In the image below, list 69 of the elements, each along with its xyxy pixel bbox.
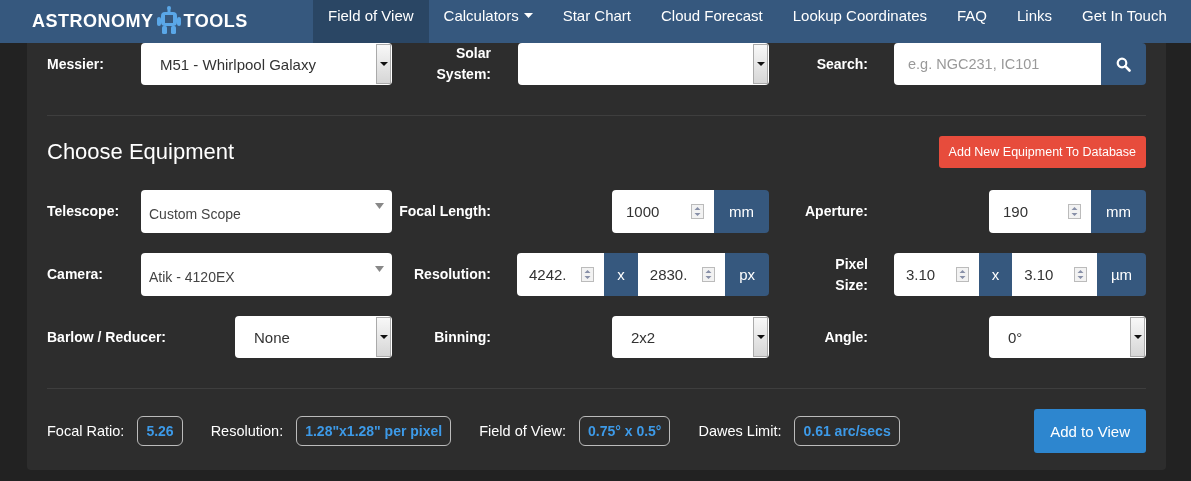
search-field[interactable]: e.g. NGC231, IC101 <box>894 43 1101 85</box>
robot-icon <box>155 5 182 34</box>
nav-link[interactable]: Cloud Forecast <box>646 0 778 43</box>
add-equipment-button[interactable]: Add New Equipment To Database <box>938 136 1146 168</box>
field-label: Camera: <box>47 265 104 284</box>
add-to-view-button[interactable]: Add to View <box>1034 409 1146 453</box>
select-field[interactable] <box>518 43 769 85</box>
field-label: Telescope: <box>47 202 120 221</box>
caret-icon <box>1133 335 1142 339</box>
separator-label: x <box>604 253 638 296</box>
stat-label: Focal Ratio: <box>47 423 125 439</box>
unit-label: mm <box>714 190 769 233</box>
field-label: Search: <box>815 54 869 74</box>
number-field[interactable]: 1000 <box>612 190 714 233</box>
caret-icon <box>379 335 388 339</box>
stat-value: 0.61 arc/secs <box>794 416 900 446</box>
caret-icon <box>756 62 765 66</box>
nav-link[interactable]: Links <box>1002 0 1068 43</box>
field-label: Barlow / Reducer: <box>47 327 167 347</box>
field-label: Aperture: <box>804 202 869 221</box>
caret-icon <box>375 203 384 209</box>
spinner-icon <box>955 267 969 282</box>
nav-link[interactable]: Star Chart <box>547 0 646 43</box>
select-field[interactable]: Custom Scope <box>141 190 392 233</box>
stat-label: Field of View: <box>479 423 566 439</box>
field-label: Pixel Size: <box>834 254 869 295</box>
caret-icon <box>379 62 388 66</box>
nav-link[interactable]: Field of View <box>313 0 429 43</box>
logo-text[interactable]: TOOLS <box>183 11 248 32</box>
select-field[interactable]: M51 - Whirlpool Galaxy <box>141 43 392 85</box>
unit-label: mm <box>1091 190 1146 233</box>
number-field[interactable]: 2830. <box>637 253 726 296</box>
search-icon <box>1116 56 1131 72</box>
caret-icon <box>375 266 384 272</box>
number-field[interactable]: 4242. <box>517 253 605 296</box>
search-button[interactable] <box>1101 43 1146 85</box>
select-field[interactable]: Atik - 4120EX <box>141 253 392 296</box>
select-field[interactable]: 2x2 <box>612 316 769 358</box>
nav-link[interactable]: FAQ <box>942 0 1002 43</box>
field-label: Focal Length: <box>398 202 492 221</box>
number-field[interactable]: 3.10 <box>1012 253 1097 296</box>
nav-link[interactable]: Calculators <box>428 0 548 43</box>
nav-link[interactable]: Get In Touch <box>1067 0 1182 43</box>
field-label: Resolution: <box>413 265 492 284</box>
field-label: Angle: <box>823 327 869 347</box>
spinner-icon <box>1068 204 1081 219</box>
spinner-icon <box>581 267 595 282</box>
select-field[interactable]: None <box>235 316 392 358</box>
separator-label: x <box>978 253 1013 296</box>
number-field[interactable]: 190 <box>989 190 1091 233</box>
spinner-icon <box>691 204 704 219</box>
field-label: Binning: <box>433 327 492 347</box>
spinner-icon <box>702 267 716 282</box>
logo-text[interactable]: ASTRONOMY <box>32 11 154 32</box>
section-title: Choose Equipment <box>47 139 235 165</box>
unit-label: px <box>725 253 769 296</box>
field-label: Solar System: <box>435 44 492 84</box>
number-field[interactable]: 3.10 <box>894 253 979 296</box>
spinner-icon <box>1073 267 1087 282</box>
unit-label: µm <box>1096 253 1146 296</box>
nav-link[interactable]: Lookup Coordinates <box>777 0 942 43</box>
stat-label: Resolution: <box>210 423 284 439</box>
caret-icon <box>756 335 765 339</box>
stat-label: Dawes Limit: <box>698 423 782 439</box>
stat-value: 1.28"x1.28" per pixel <box>296 416 452 446</box>
stat-value: 0.75° x 0.5° <box>579 416 671 446</box>
field-label: Messier: <box>47 54 105 74</box>
select-field[interactable]: 0° <box>989 316 1146 358</box>
stat-value: 5.26 <box>137 416 183 446</box>
